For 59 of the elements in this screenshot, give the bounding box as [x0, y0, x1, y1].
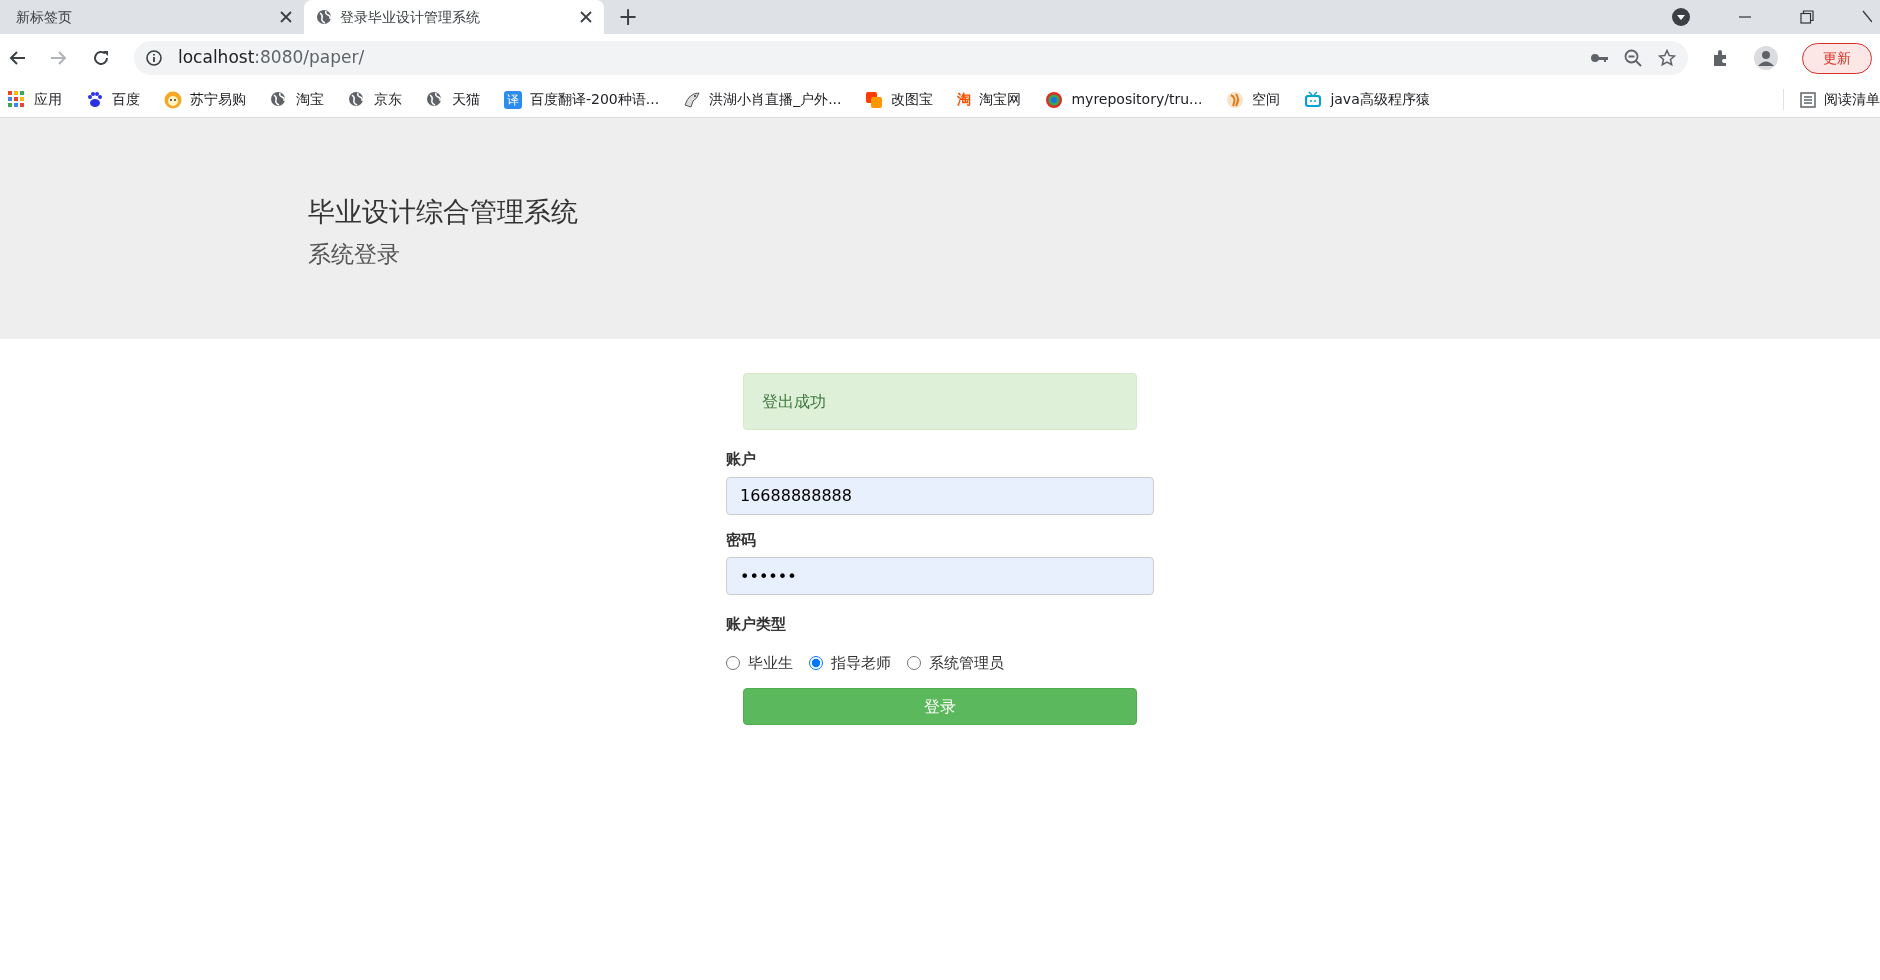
paw-icon [86, 90, 104, 109]
new-tab-button[interactable]: + [612, 4, 645, 30]
radio-button[interactable] [809, 655, 823, 670]
squares-icon [865, 90, 884, 109]
bookmark-item[interactable]: 洪湖小肖直播_户外... [683, 89, 842, 110]
tv-icon [1304, 90, 1323, 109]
success-alert: 登出成功 [743, 373, 1137, 430]
bookmark-item[interactable]: 淘宝 [270, 89, 324, 110]
ring-icon [1045, 90, 1064, 109]
back-arrow-icon[interactable] [8, 50, 26, 66]
update-button[interactable]: 更新 [1802, 42, 1872, 74]
bookmark-item[interactable]: 空间 [1226, 89, 1281, 110]
bookmark-item[interactable]: 天猫 [426, 89, 480, 110]
bookmark-item[interactable]: 应用 [8, 89, 62, 110]
input-field[interactable]: •••••• [726, 557, 1154, 595]
globe-icon [426, 90, 444, 109]
radio-label[interactable]: 毕业生 [748, 651, 793, 674]
restore-icon[interactable] [1800, 10, 1814, 24]
address-bar[interactable]: localhost:8080/paper/ [134, 41, 1688, 75]
input-field[interactable]: 16688888888 [726, 476, 1154, 515]
close-icon[interactable] [280, 11, 292, 23]
swirl-icon [1226, 90, 1245, 109]
star-icon[interactable] [1658, 49, 1676, 67]
glyph-icon: 淘 [957, 89, 972, 110]
key-icon[interactable] [1590, 52, 1608, 64]
close-icon[interactable] [580, 11, 592, 23]
url-text: localhost:8080/paper/ [178, 46, 366, 70]
field-label: 账户类型 [726, 614, 787, 635]
bookmark-item[interactable]: 百度 [86, 89, 140, 110]
apps-grid-icon [8, 90, 26, 109]
close-icon[interactable] [1862, 10, 1872, 24]
dropdown-icon[interactable] [1672, 8, 1690, 26]
bookmark-item[interactable]: 京东 [348, 89, 402, 110]
page-title: 毕业设计综合管理系统 [308, 195, 579, 229]
zoom-out-icon[interactable] [1624, 49, 1642, 67]
profile-icon[interactable] [1754, 46, 1778, 70]
bookmark-item[interactable]: 改图宝 [865, 89, 934, 110]
bookmark-item[interactable]: myrepository/tru... [1045, 89, 1203, 110]
globe-icon [348, 90, 366, 109]
bookmark-item[interactable]: java高级程序猿 [1304, 89, 1430, 110]
lion-face-icon [164, 90, 182, 109]
bookmark-item[interactable]: 淘 淘宝网 [957, 89, 1022, 110]
browser-tab[interactable]: 新标签页 [4, 0, 304, 34]
bookmark-item[interactable]: 苏宁易购 [164, 89, 246, 110]
field-label: 密码 [726, 529, 757, 551]
globe-icon [270, 90, 288, 109]
radio-label[interactable]: 系统管理员 [929, 651, 1004, 674]
bookmark-item[interactable]: 译 百度翻译-200种语... [504, 89, 660, 110]
field-label: 账户 [726, 449, 757, 470]
list-icon [1800, 91, 1816, 108]
reload-icon[interactable] [92, 49, 110, 67]
browser-tab[interactable]: 登录毕业设计管理系统 [304, 0, 604, 34]
radio-button[interactable] [726, 655, 740, 670]
reading-list-button[interactable]: 阅读清单 [1783, 89, 1880, 110]
radio-label[interactable]: 指导老师 [831, 651, 891, 674]
radio-button[interactable] [907, 655, 921, 670]
info-icon [146, 50, 162, 66]
badge-icon: 译 [504, 90, 522, 109]
page-subtitle: 系统登录 [308, 239, 401, 269]
